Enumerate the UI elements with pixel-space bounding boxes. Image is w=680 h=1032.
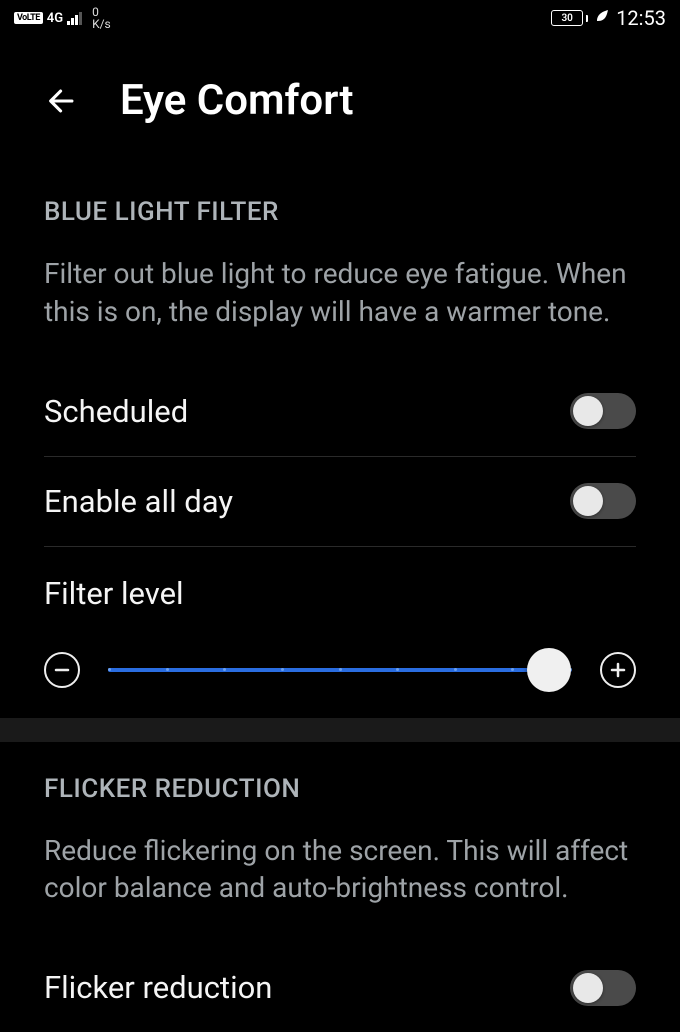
enable-all-day-toggle[interactable]: [570, 483, 636, 519]
data-speed: 0 K/s: [92, 6, 111, 30]
section-divider: [0, 718, 680, 742]
status-right: 30 12:53: [551, 6, 666, 30]
network-type: 4G: [47, 11, 63, 26]
section-title-flicker: FLICKER REDUCTION: [44, 774, 636, 804]
section-title-blue-light: BLUE LIGHT FILTER: [44, 197, 636, 227]
flicker-reduction-row[interactable]: Flicker reduction: [44, 943, 636, 1032]
scheduled-label: Scheduled: [44, 393, 188, 430]
page-title: Eye Comfort: [120, 76, 353, 125]
scheduled-toggle[interactable]: [570, 393, 636, 429]
back-arrow-icon: [45, 84, 79, 118]
enable-all-day-row[interactable]: Enable all day: [44, 457, 636, 547]
power-save-icon: [594, 8, 610, 28]
plus-icon: [609, 661, 627, 679]
filter-level-slider-row: [44, 612, 636, 718]
decrease-filter-button[interactable]: [44, 652, 80, 688]
filter-level-label: Filter level: [44, 575, 184, 612]
section-desc-blue-light: Filter out blue light to reduce eye fati…: [44, 255, 636, 331]
flicker-reduction-label: Flicker reduction: [44, 969, 272, 1006]
status-bar: VoLTE 4G 0 K/s 30 12:53: [0, 0, 680, 36]
volte-badge: VoLTE: [14, 12, 43, 24]
blue-light-section: BLUE LIGHT FILTER Filter out blue light …: [0, 197, 680, 1032]
clock: 12:53: [616, 6, 666, 30]
signal-icon: [67, 12, 82, 25]
status-left: VoLTE 4G 0 K/s: [14, 6, 111, 30]
filter-level-row: Filter level: [44, 547, 636, 612]
battery-level: 30: [551, 10, 583, 26]
minus-icon: [53, 661, 71, 679]
increase-filter-button[interactable]: [600, 652, 636, 688]
scheduled-row[interactable]: Scheduled: [44, 367, 636, 457]
enable-all-day-label: Enable all day: [44, 483, 233, 520]
filter-level-slider[interactable]: [108, 668, 572, 672]
page-header: Eye Comfort: [0, 36, 680, 145]
slider-thumb[interactable]: [527, 648, 571, 692]
flicker-reduction-toggle[interactable]: [570, 970, 636, 1006]
battery-icon: 30: [551, 10, 588, 26]
back-button[interactable]: [44, 83, 80, 119]
section-desc-flicker: Reduce flickering on the screen. This wi…: [44, 832, 636, 908]
speed-unit: K/s: [92, 18, 111, 30]
